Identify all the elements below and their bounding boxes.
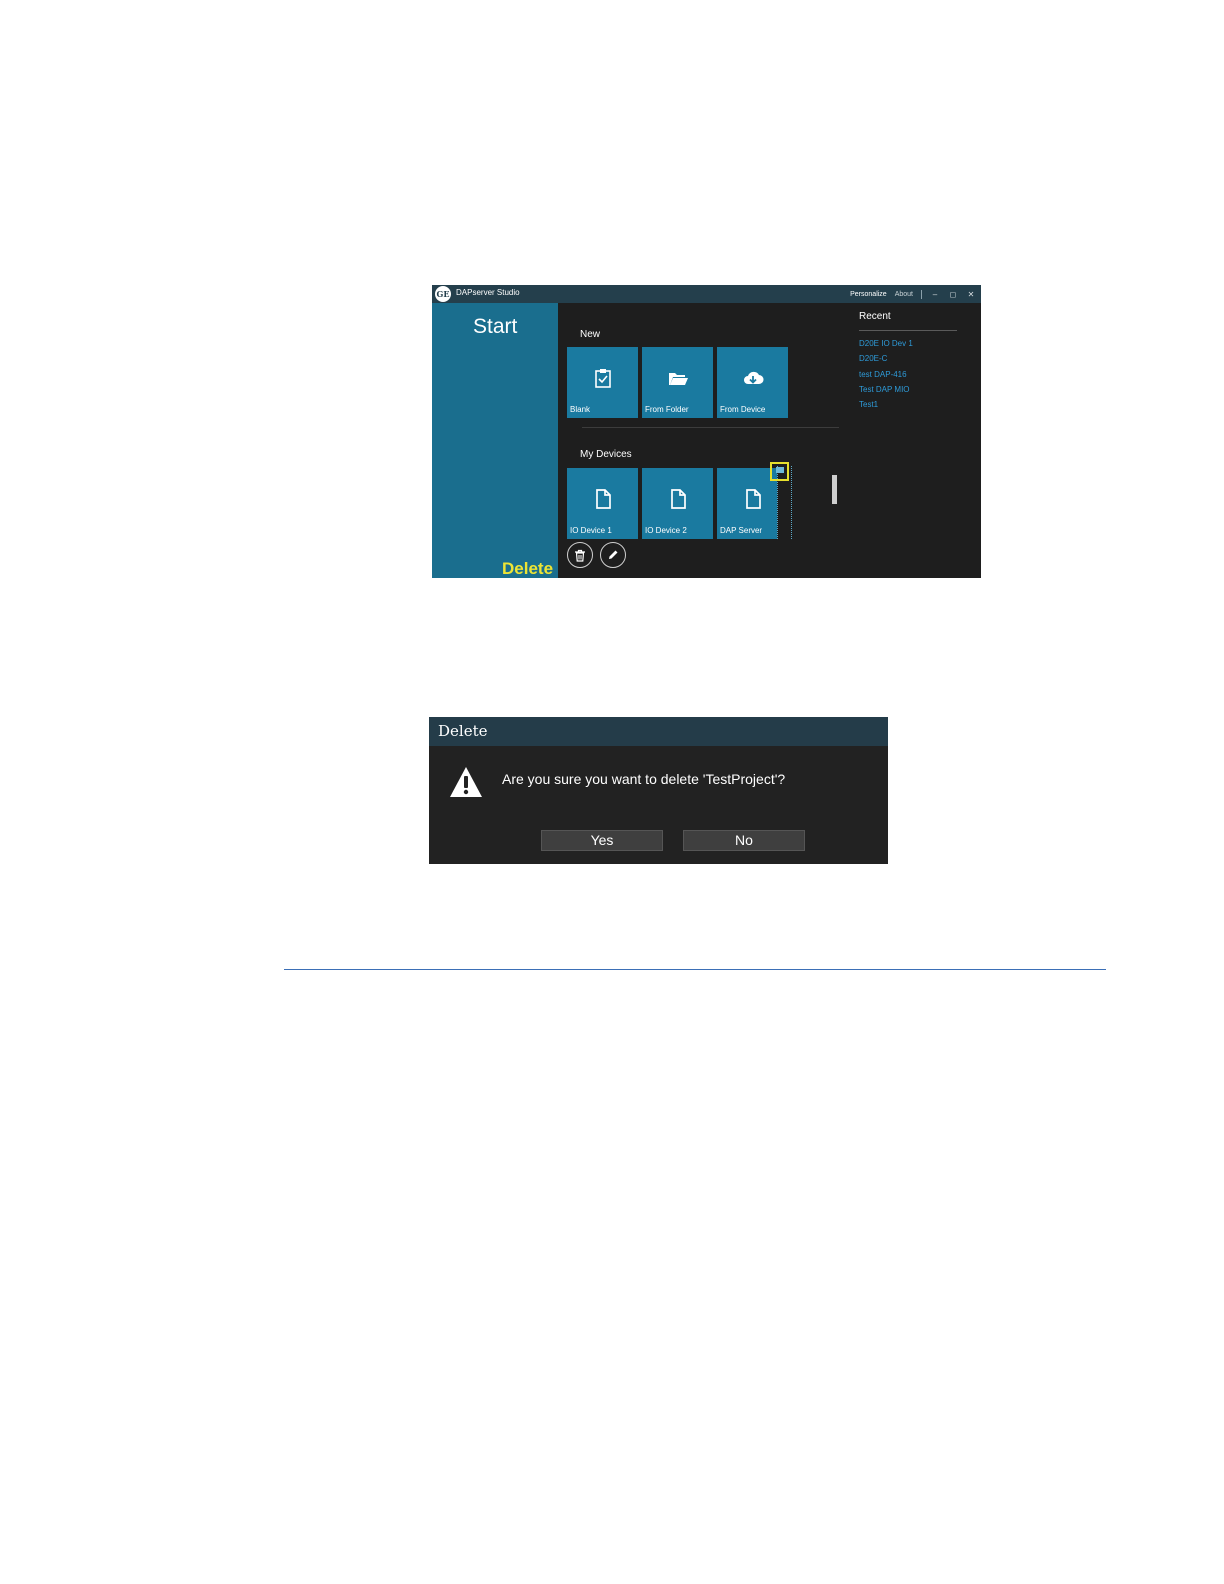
- selection-check-icon: [776, 467, 784, 473]
- selection-checkbox-highlight[interactable]: [770, 462, 789, 481]
- tile-from-device[interactable]: From Device: [717, 347, 788, 418]
- start-heading: Start: [473, 315, 518, 338]
- tile-from-folder[interactable]: From Folder: [642, 347, 713, 418]
- tile-blank[interactable]: Blank: [567, 347, 638, 418]
- folder-open-icon: [642, 367, 713, 393]
- tile-label: IO Device 2: [645, 526, 687, 535]
- tile-label: IO Device 1: [570, 526, 612, 535]
- recent-heading: Recent: [859, 311, 891, 322]
- close-icon[interactable]: ✕: [966, 290, 976, 299]
- tile-io-device-2[interactable]: IO Device 2: [642, 468, 713, 539]
- warning-icon: [448, 765, 484, 803]
- my-devices-heading: My Devices: [580, 449, 632, 460]
- ge-logo: GE: [435, 286, 451, 302]
- no-button[interactable]: No: [683, 830, 805, 851]
- pencil-icon: [609, 550, 618, 559]
- recent-item[interactable]: D20E-C: [859, 351, 913, 366]
- tile-io-device-1[interactable]: IO Device 1: [567, 468, 638, 539]
- dialog-message: Are you sure you want to delete 'TestPro…: [502, 771, 786, 787]
- app-window-screenshot: GE DAPserver Studio Personalize About – …: [432, 285, 981, 578]
- minimize-icon[interactable]: –: [930, 290, 940, 299]
- tile-label: DAP Server: [720, 526, 763, 535]
- personalize-link[interactable]: Personalize: [850, 291, 887, 298]
- start-pane: Start Delete: [432, 303, 558, 578]
- new-section-heading: New: [580, 329, 601, 340]
- title-bar-separator: [921, 289, 922, 299]
- cloud-download-icon: [717, 367, 788, 393]
- clipboard-icon: [567, 367, 638, 393]
- dialog-title: Delete: [438, 722, 488, 740]
- dialog-title-bar: Delete: [429, 717, 888, 746]
- tile-label: From Folder: [645, 405, 689, 414]
- delete-dialog: Delete Are you sure you want to delete '…: [429, 717, 888, 864]
- title-bar: GE DAPserver Studio Personalize About – …: [432, 285, 981, 303]
- about-link[interactable]: About: [895, 291, 913, 298]
- section-divider: [582, 427, 839, 428]
- edit-button[interactable]: [600, 542, 626, 568]
- scrollbar-thumb[interactable]: [832, 475, 837, 504]
- recent-item[interactable]: Test DAP MIO: [859, 382, 913, 397]
- page-divider: [284, 969, 1106, 970]
- recent-list: D20E IO Dev 1 D20E-C test DAP-416 Test D…: [859, 336, 913, 412]
- trash-icon: [575, 549, 585, 562]
- delete-button[interactable]: [567, 542, 593, 568]
- maximize-icon[interactable]: ◻: [948, 290, 958, 299]
- recent-item[interactable]: test DAP-416: [859, 367, 913, 382]
- tile-label: Blank: [570, 405, 591, 414]
- delete-command-label: Delete: [502, 559, 554, 578]
- document-icon: [642, 488, 713, 514]
- recent-divider: [859, 330, 957, 331]
- tile-label: From Device: [720, 405, 766, 414]
- document-icon: [567, 488, 638, 514]
- yes-button[interactable]: Yes: [541, 830, 663, 851]
- app-title: DAPserver Studio: [456, 288, 520, 297]
- recent-item[interactable]: D20E IO Dev 1: [859, 336, 913, 351]
- recent-item[interactable]: Test1: [859, 397, 913, 412]
- title-bar-controls: Personalize About – ◻ ✕: [850, 288, 976, 300]
